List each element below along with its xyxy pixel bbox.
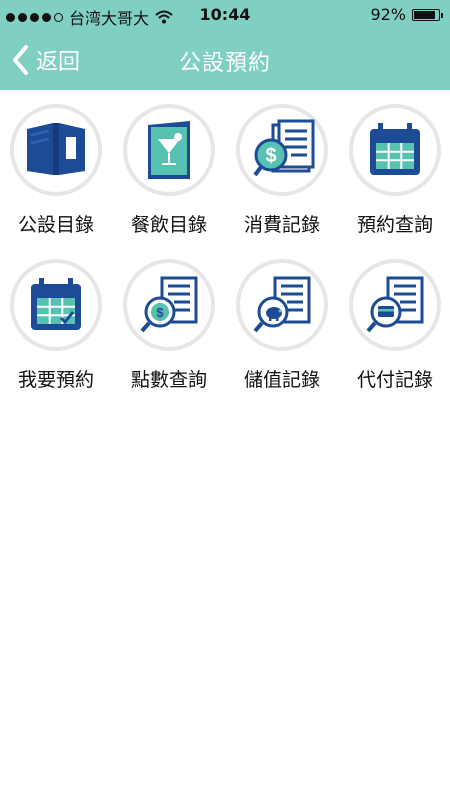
battery-percent: 92% bbox=[370, 5, 406, 24]
menu-item-spending-records[interactable]: $ 消費記錄 bbox=[227, 104, 337, 237]
book-icon bbox=[27, 123, 85, 175]
nav-bar: 返回 公設預約 bbox=[0, 30, 450, 90]
svg-text:$: $ bbox=[265, 145, 276, 167]
menu-item-make-booking[interactable]: 我要預約 bbox=[1, 259, 111, 392]
status-bar: 台湾大哥大 10:44 92% bbox=[0, 0, 450, 30]
menu-item-stored-value-records[interactable]: 儲值記錄 bbox=[227, 259, 337, 392]
drink-menu-icon bbox=[148, 121, 190, 179]
menu-item-label: 消費記錄 bbox=[243, 214, 320, 236]
svg-text:$: $ bbox=[156, 305, 164, 320]
menu-item-label: 餐飲目錄 bbox=[130, 214, 207, 236]
dollar-receipt-icon: $ bbox=[253, 119, 315, 177]
card-icon bbox=[366, 276, 424, 333]
menu-item-label: 我要預約 bbox=[17, 369, 94, 391]
menu-item-label: 公設目錄 bbox=[17, 214, 94, 236]
menu-item-booking-inquiry[interactable]: 預約查詢 bbox=[340, 104, 450, 237]
menu-item-food-menu[interactable]: 餐飲目錄 bbox=[114, 104, 224, 237]
battery-icon bbox=[412, 8, 443, 21]
menu-item-proxy-payment-records[interactable]: 代付記錄 bbox=[340, 259, 450, 392]
menu-item-facility-catalog[interactable]: 公設目錄 bbox=[1, 104, 111, 237]
menu-item-label: 預約查詢 bbox=[356, 214, 433, 236]
menu-item-label: 儲值記錄 bbox=[243, 369, 320, 391]
calendar-icon bbox=[370, 123, 420, 175]
menu-item-label: 代付記錄 bbox=[356, 369, 433, 391]
coin-search-icon: $ bbox=[140, 276, 198, 333]
menu-item-label: 點數查詢 bbox=[130, 369, 207, 391]
page-title: 公設預約 bbox=[178, 51, 271, 76]
calendar-check-icon bbox=[31, 278, 81, 330]
menu-item-points-inquiry[interactable]: $ 點數查詢 bbox=[114, 259, 224, 392]
piggy-bank-icon bbox=[253, 276, 311, 333]
